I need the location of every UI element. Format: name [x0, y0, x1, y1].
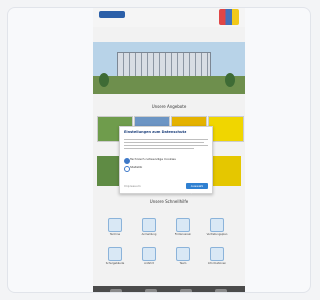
quick-link-label: Förderverein	[174, 233, 192, 236]
footer-link-4[interactable]	[215, 289, 227, 292]
modal-text-line-1	[124, 139, 208, 140]
lawn	[93, 76, 245, 94]
modal-text-line-4	[124, 148, 194, 149]
hero-image	[93, 42, 245, 94]
modal-text-line-3	[124, 145, 208, 146]
quick-link-map[interactable]: Anfahrt	[135, 247, 163, 267]
cookie-option-statistics-label: Statistik	[130, 165, 143, 169]
modal-text-line-2	[124, 142, 204, 143]
tree-left	[99, 73, 109, 87]
quick-link-document[interactable]: Anmeldung	[135, 218, 163, 238]
footer-link-1[interactable]	[110, 289, 122, 292]
main-navigation: Startseite Aktuelles Schule Service Kont…	[97, 29, 241, 64]
heart-icon	[176, 218, 190, 232]
info-icon	[210, 247, 224, 261]
menu-button[interactable]	[99, 11, 125, 18]
quick-link-building[interactable]: Schulgebäude	[101, 247, 129, 267]
people-icon	[176, 247, 190, 261]
page-viewport: Startseite Aktuelles Schule Service Kont…	[93, 8, 245, 292]
quick-help-title: Unsere Schnellhilfe	[149, 199, 189, 204]
quick-link-label: Anfahrt	[144, 262, 154, 265]
quick-link-clipboard[interactable]: Vertretungsplan	[203, 218, 231, 238]
cookie-modal-title: Einstellungen zum Datenschutz	[124, 130, 187, 134]
document-icon	[142, 218, 156, 232]
phone-frame: Startseite Aktuelles Schule Service Kont…	[93, 8, 245, 292]
quick-link-label: Schulgebäude	[105, 262, 125, 265]
quick-link-calendar[interactable]: Termine	[101, 218, 129, 238]
quick-link-label: Anmeldung	[141, 233, 157, 236]
calendar-icon	[108, 218, 122, 232]
quick-link-info[interactable]: Informationen	[203, 247, 231, 267]
cookie-consent-modal: Einstellungen zum Datenschutz Technisch …	[119, 126, 213, 194]
imprint-link[interactable]: Impressum	[124, 184, 141, 188]
footer-link-3[interactable]	[180, 289, 192, 292]
footer-link-2[interactable]	[145, 289, 157, 292]
quick-link-label: Vertretungsplan	[206, 233, 228, 236]
quick-link-label: Informationen	[207, 262, 227, 265]
offers-title: Unsere Angebote	[151, 104, 187, 109]
top-bar	[93, 8, 245, 27]
cookie-option-required[interactable]: Technisch notwendige Cookies	[124, 157, 208, 164]
clipboard-icon	[210, 218, 224, 232]
quick-link-people[interactable]: Team	[169, 247, 197, 267]
tree-right	[225, 73, 235, 87]
cookie-option-statistics[interactable]: Statistik	[124, 165, 208, 172]
cookie-option-required-label: Technisch notwendige Cookies	[130, 157, 176, 161]
quick-link-label: Team	[179, 262, 187, 265]
quick-link-heart[interactable]: Förderverein	[169, 218, 197, 238]
map-icon	[142, 247, 156, 261]
footer-bar	[93, 286, 245, 292]
offer-tile-6[interactable]	[209, 156, 241, 186]
school-logo	[219, 9, 239, 25]
building-icon	[108, 247, 122, 261]
quick-link-label: Termine	[109, 233, 121, 236]
save-preferences-button[interactable]: Auswahl speichern	[186, 183, 208, 194]
screenshot-card: Startseite Aktuelles Schule Service Kont…	[7, 7, 311, 293]
offer-tile-4[interactable]	[208, 116, 244, 142]
